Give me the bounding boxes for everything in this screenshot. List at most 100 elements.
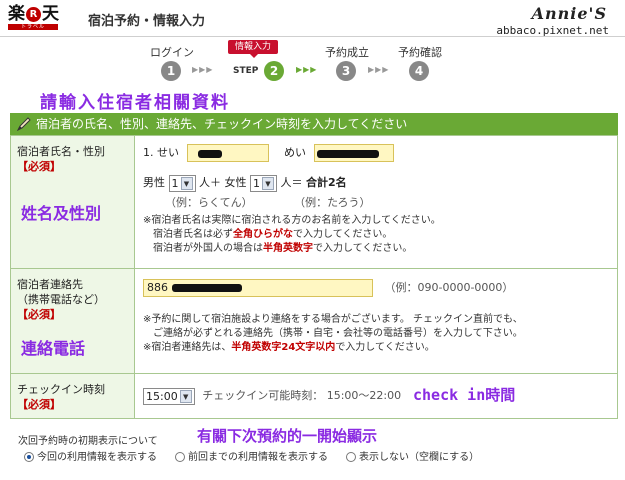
- checkin-time-select[interactable]: 15:00 ▼: [143, 387, 195, 405]
- row-guest-name: 宿泊者氏名・性別 【必須】 姓名及性別 1. せい めい 男性 1 ▼ 人＋ 女性…: [11, 136, 617, 268]
- contact-note-2: ご連絡が必ずとれる連絡先（携帯・自宅・会社等の電話番号）を入力して下さい。: [153, 328, 523, 339]
- contact-required: 【必須】: [17, 308, 61, 321]
- watermark-name: Annie'S: [531, 4, 607, 23]
- option-current-info[interactable]: 今回の利用情報を表示する: [24, 448, 157, 463]
- step-2-word: STEP: [233, 66, 259, 76]
- radio-icon[interactable]: [346, 452, 356, 462]
- header-divider: [0, 36, 625, 37]
- sei-label: 1. せい: [143, 146, 179, 159]
- page-title: 宿泊予約・情報入力: [88, 14, 206, 29]
- mei-redacted: [316, 150, 379, 158]
- instruction-banner: 宿泊者の氏名、性別、連絡先、チェックイン時刻を入力してください: [10, 113, 618, 135]
- chevron-down-icon: ▼: [262, 177, 274, 190]
- chevron-down-icon: ▼: [180, 177, 193, 190]
- male-label: 男性: [143, 176, 165, 189]
- male-count-value: 1: [171, 176, 179, 190]
- contact-note-3b: で入力してください。: [335, 342, 435, 353]
- annotation-phone: 連絡電話: [21, 339, 86, 358]
- phone-input[interactable]: 886: [143, 279, 373, 297]
- annotation-checkin: check in時間: [413, 386, 516, 404]
- chevron-down-icon: ▼: [179, 390, 192, 403]
- header: 楽 R 天 トラベル 宿泊予約・情報入力 Annie'S abbaco.pixn…: [0, 0, 625, 37]
- contact-label-sub: （携帯電話など）: [17, 293, 105, 306]
- phone-example: （例：090-0000-0000）: [384, 281, 514, 294]
- contact-note-3-red: 半角英数字24文字以内: [231, 342, 336, 353]
- guest-note-1: ※宿泊者氏名は実際に宿泊される方のお名前を入力してください。: [143, 215, 441, 226]
- step-3-label: 予約成立: [325, 46, 369, 59]
- contact-value-cell: 886 （例：090-0000-0000） ※予約に関して宿泊施設より連絡をする…: [135, 269, 617, 373]
- step-2-circle: 2: [264, 61, 284, 81]
- sei-input[interactable]: [186, 144, 269, 162]
- mei-input[interactable]: [313, 144, 394, 162]
- pen-icon: [16, 117, 31, 132]
- female-label: 女性: [224, 176, 247, 189]
- logo-text-right: 天: [42, 4, 59, 24]
- name-examples: （例：らくてん） （例：たろう）: [165, 194, 371, 210]
- guest-note-2a: 宿泊者氏名は必ず: [153, 229, 233, 240]
- step-progress: ログイン 1 ▶▶▶ 情報入力 STEP 2 ▶▶▶ 予約成立 3 ▶▶▶ 予約…: [0, 38, 625, 84]
- step-2-flag: 情報入力: [228, 40, 278, 58]
- contact-label-cell: 宿泊者連絡先 （携帯電話など） 【必須】 連絡電話: [11, 269, 135, 373]
- guest-name-label: 宿泊者氏名・性別: [17, 145, 105, 158]
- phone-prefix: 886: [147, 281, 168, 294]
- option-current-label: 今回の利用情報を表示する: [37, 452, 157, 463]
- example-mei: （例：たろう）: [294, 196, 371, 209]
- guest-note-3-red: 半角英数字: [263, 243, 313, 254]
- male-count-select[interactable]: 1 ▼: [168, 174, 196, 192]
- guest-note-3: 宿泊者が外国人の場合は半角英数字で入力してください。: [143, 242, 441, 256]
- step-4-circle: 4: [409, 61, 429, 81]
- checkin-label: チェックイン時刻: [17, 383, 105, 396]
- banner-text: 宿泊者の氏名、性別、連絡先、チェックイン時刻を入力してください: [36, 117, 408, 131]
- checkin-value-cell: 15:00 ▼ チェックイン可能時刻： 15:00〜22:00 check in時…: [135, 374, 617, 418]
- guest-name-notes: ※宿泊者氏名は実際に宿泊される方のお名前を入力してください。 宿泊者氏名は必ず全…: [143, 214, 441, 256]
- radio-icon[interactable]: [175, 452, 185, 462]
- option-no-display[interactable]: 表示しない（空欄にする）: [346, 448, 479, 463]
- contact-note-1: ※予約に関して宿泊施設より連絡をする場合がございます。 チェックイン直前でも、: [143, 314, 523, 325]
- step-1-label: ログイン: [150, 46, 194, 59]
- total-guests: 合計2名: [306, 176, 347, 189]
- annotation-top: 請輸入住宿者相關資料: [40, 93, 230, 113]
- step-4-label: 予約確認: [398, 46, 442, 59]
- guest-form: 宿泊者氏名・性別 【必須】 姓名及性別 1. せい めい 男性 1 ▼ 人＋ 女性…: [10, 135, 618, 419]
- checkin-label-cell: チェックイン時刻 【必須】: [11, 374, 135, 418]
- checkin-possible-time: チェックイン可能時刻： 15:00〜22:00: [202, 389, 402, 402]
- contact-label: 宿泊者連絡先: [17, 278, 83, 291]
- contact-notes: ※予約に関して宿泊施設より連絡をする場合がございます。 チェックイン直前でも、 …: [143, 313, 523, 355]
- female-count-value: 1: [253, 176, 260, 190]
- person-plus: 人＋: [199, 176, 221, 189]
- sei-redacted: [197, 150, 222, 158]
- annotation-display: 有關下次預約的一開始顯示: [197, 427, 378, 445]
- option-previous-label: 前回までの利用情報を表示する: [188, 452, 328, 463]
- step-arrows-2: ▶▶▶: [296, 65, 318, 74]
- row-checkin: チェックイン時刻 【必須】 15:00 ▼ チェックイン可能時刻： 15:00〜2…: [11, 373, 617, 418]
- step-1-circle: 1: [161, 61, 181, 81]
- logo-subtext: トラベル: [8, 24, 58, 30]
- option-previous-info[interactable]: 前回までの利用情報を表示する: [175, 448, 328, 463]
- logo-text-left: 楽: [8, 4, 25, 24]
- next-display-options: 今回の利用情報を表示する 前回までの利用情報を表示する 表示しない（空欄にする）: [24, 448, 479, 463]
- checkin-time-value: 15:00: [146, 389, 178, 403]
- example-sei: （例：らくてん）: [165, 196, 253, 209]
- contact-note-3: ※宿泊者連絡先は、半角英数字24文字以内で入力してください。: [143, 341, 523, 355]
- annotation-name-gender: 姓名及性別: [21, 204, 102, 223]
- step-arrows-1: ▶▶▶: [192, 65, 214, 74]
- phone-redacted: [171, 284, 242, 292]
- mei-label: めい: [284, 146, 306, 159]
- guest-note-3a: 宿泊者が外国人の場合は: [153, 243, 263, 254]
- female-count-select[interactable]: 1 ▼: [250, 174, 277, 192]
- guest-name-value-cell: 1. せい めい 男性 1 ▼ 人＋ 女性 1 ▼ 人＝ 合計2名 （例：らくてん）: [135, 136, 617, 268]
- guest-note-2b: で入力してください。: [293, 229, 393, 240]
- radio-selected-icon[interactable]: [24, 452, 34, 462]
- person-equals: 人＝: [280, 176, 303, 189]
- guest-note-2-red: 全角ひらがな: [233, 229, 293, 240]
- name-inputs-line: 1. せい めい: [143, 144, 394, 162]
- rakuten-travel-logo[interactable]: 楽 R 天 トラベル: [8, 4, 62, 32]
- gender-line: 男性 1 ▼ 人＋ 女性 1 ▼ 人＝ 合計2名: [143, 174, 347, 192]
- phone-line: 886 （例：090-0000-0000）: [143, 279, 513, 297]
- guest-name-required: 【必須】: [17, 160, 61, 173]
- step-arrows-3: ▶▶▶: [368, 65, 390, 74]
- guest-name-label-cell: 宿泊者氏名・性別 【必須】 姓名及性別: [11, 136, 135, 268]
- checkin-required: 【必須】: [17, 398, 61, 411]
- step-3-circle: 3: [336, 61, 356, 81]
- next-display-question: 次回予約時の初期表示について: [18, 436, 158, 447]
